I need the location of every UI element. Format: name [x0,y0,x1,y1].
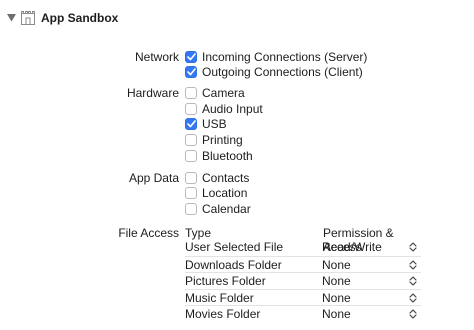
row-type: Music Folder [185,291,254,305]
option-label: USB [202,117,227,131]
option-location[interactable]: Location [185,185,247,201]
checkbox-checked[interactable] [185,51,197,63]
option-incoming-connections[interactable]: Incoming Connections (Server) [185,49,367,65]
permission-popup[interactable]: None [322,291,351,305]
popup-chevrons-icon[interactable] [409,276,417,286]
checkbox-unchecked[interactable] [185,87,197,99]
popup-chevrons-icon[interactable] [409,260,417,270]
app-data-label: App Data [128,171,179,185]
row-type: Pictures Folder [185,274,266,288]
permission-popup[interactable]: Read/Write [322,240,382,254]
option-printing[interactable]: Printing [185,132,243,148]
row-type: Movies Folder [185,307,261,321]
file-access-table-header: Type Permission & Access [185,226,421,254]
section-title: App Sandbox [41,11,119,25]
checkbox-checked[interactable] [185,118,197,130]
hardware-label: Hardware [126,86,179,100]
checkbox-unchecked[interactable] [185,203,197,215]
popup-chevrons-icon[interactable] [409,293,417,303]
option-contacts[interactable]: Contacts [185,170,249,186]
option-audio-input[interactable]: Audio Input [185,101,263,117]
option-label: Location [202,186,248,200]
option-outgoing-connections[interactable]: Outgoing Connections (Client) [185,64,363,80]
checkbox-checked[interactable] [185,66,197,78]
checkbox-unchecked[interactable] [185,150,197,162]
option-label: Bluetooth [202,149,253,163]
option-label: Contacts [202,171,250,185]
option-label: Printing [202,133,243,147]
table-row: Downloads Folder None [185,256,421,273]
checkbox-unchecked[interactable] [185,134,197,146]
row-type: User Selected File [185,240,284,254]
table-row: User Selected File Read/Write [185,239,421,255]
row-type: Downloads Folder [185,258,282,272]
option-label: Outgoing Connections (Client) [202,65,363,79]
checkbox-unchecked[interactable] [185,187,197,199]
popup-chevrons-icon[interactable] [409,309,417,319]
network-label: Network [134,50,179,64]
table-row: Movies Folder None [185,305,421,322]
option-label: Incoming Connections (Server) [202,50,368,64]
sandbox-icon [20,10,36,26]
option-calendar[interactable]: Calendar [185,201,251,217]
option-label: Camera [202,86,245,100]
app-sandbox-panel: App Sandbox Network Incoming Connections… [0,0,474,330]
table-row: Pictures Folder None [185,272,421,289]
section-header[interactable]: App Sandbox [5,9,118,27]
checkbox-unchecked[interactable] [185,172,197,184]
option-label: Audio Input [202,102,263,116]
permission-popup[interactable]: None [322,274,351,288]
option-usb[interactable]: USB [185,116,227,132]
option-camera[interactable]: Camera [185,85,245,101]
option-bluetooth[interactable]: Bluetooth [185,148,253,164]
column-header-type: Type [185,226,212,240]
popup-chevrons-icon[interactable] [409,242,417,252]
checkbox-unchecked[interactable] [185,103,197,115]
permission-popup[interactable]: None [322,258,351,272]
file-access-label: File Access [118,226,179,240]
option-label: Calendar [202,202,251,216]
disclosure-triangle-icon[interactable] [5,12,17,24]
table-row: Music Folder None [185,289,421,306]
permission-popup[interactable]: None [322,307,351,321]
